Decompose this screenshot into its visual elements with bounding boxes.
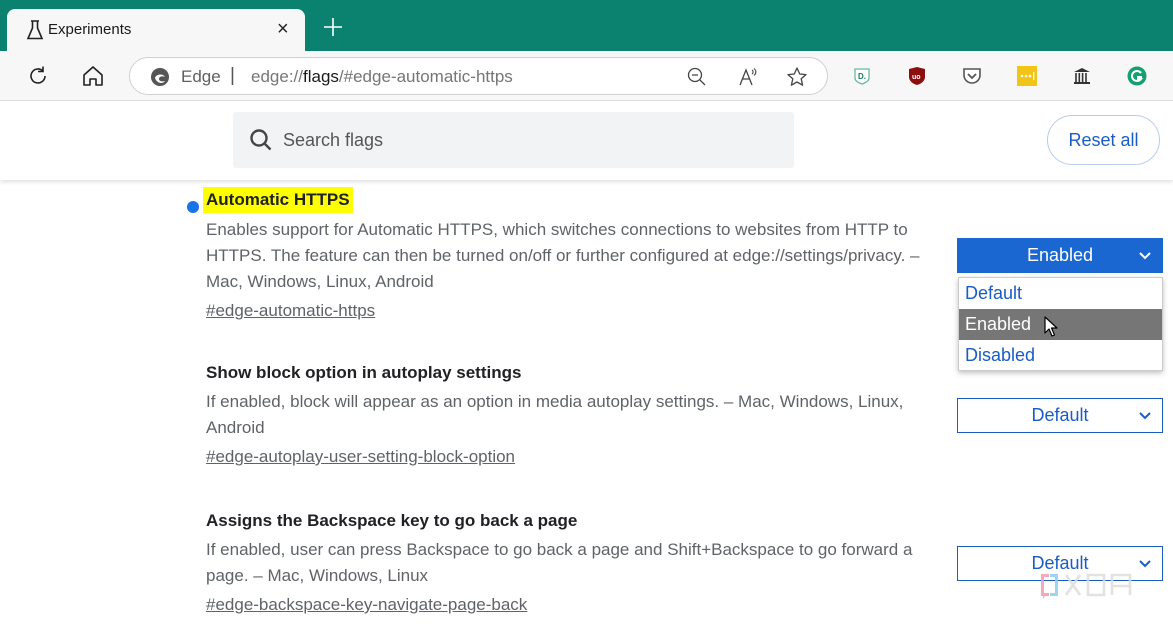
flag-state-dropdown-menu: Default Enabled Disabled <box>958 277 1163 371</box>
search-flags-input[interactable] <box>283 112 773 168</box>
flag-permalink[interactable]: #edge-autoplay-user-setting-block-option <box>206 444 515 470</box>
pocket-extension-icon[interactable] <box>962 66 982 86</box>
zoom-out-icon[interactable] <box>686 66 708 88</box>
edge-logo-icon <box>151 68 169 86</box>
search-flags-box[interactable] <box>233 112 794 168</box>
url-scheme: edge:// <box>251 67 303 86</box>
lastpass-extension-icon[interactable] <box>1017 66 1037 86</box>
close-tab-icon[interactable]: × <box>277 17 289 41</box>
flag-backspace-navigate: Assigns the Backspace key to go back a p… <box>206 508 946 618</box>
option-default[interactable]: Default <box>959 278 1162 309</box>
flag-title: Automatic HTTPS <box>203 187 353 213</box>
option-enabled[interactable]: Enabled <box>959 309 1162 340</box>
address-separator: | <box>230 65 235 86</box>
chevron-down-icon <box>1139 412 1151 420</box>
flag-description: If enabled, block will appear as an opti… <box>206 392 904 437</box>
reset-all-button[interactable]: Reset all <box>1047 115 1160 165</box>
select-value: Default <box>1031 405 1089 425</box>
browser-toolbar: Edge | edge://flags/#edge-automatic-http… <box>0 51 1173 101</box>
read-aloud-icon[interactable] <box>737 66 759 88</box>
flag-description: Enables support for Automatic HTTPS, whi… <box>206 220 920 291</box>
new-tab-icon[interactable] <box>320 14 346 40</box>
search-icon <box>250 129 272 151</box>
refresh-icon[interactable] <box>25 63 51 89</box>
svg-text:uo: uo <box>912 74 921 81</box>
title-bar: Experiments × <box>0 0 1173 51</box>
address-url[interactable]: edge://flags/#edge-automatic-https <box>251 67 513 87</box>
address-bar[interactable]: Edge | edge://flags/#edge-automatic-http… <box>129 57 828 95</box>
url-host: flags <box>303 67 339 86</box>
flag-state-select-automatic-https[interactable]: Enabled <box>957 238 1163 273</box>
flag-state-select-autoplay-block[interactable]: Default <box>957 398 1163 433</box>
chevron-down-icon <box>1139 252 1151 260</box>
flag-permalink[interactable]: #edge-automatic-https <box>206 298 375 324</box>
tab-experiments[interactable]: Experiments × <box>7 9 305 51</box>
favorite-star-icon[interactable] <box>786 66 808 88</box>
url-path: /#edge-automatic-https <box>338 67 513 86</box>
flag-title: Assigns the Backspace key to go back a p… <box>206 511 578 530</box>
home-icon[interactable] <box>80 63 106 89</box>
ublock-origin-extension-icon[interactable]: uo <box>907 66 927 86</box>
mouse-cursor-icon <box>1044 316 1058 337</box>
flag-permalink[interactable]: #edge-backspace-key-navigate-page-back <box>206 592 527 618</box>
svg-text:D.: D. <box>858 72 866 81</box>
select-value: Default <box>1031 553 1089 573</box>
flags-header: Reset all <box>0 101 1173 180</box>
dashlane-extension-icon[interactable]: D. <box>852 66 872 86</box>
library-extension-icon[interactable] <box>1072 66 1092 86</box>
xda-watermark-logo <box>1041 573 1132 599</box>
flag-automatic-https: Automatic HTTPS Enables support for Auto… <box>187 187 946 324</box>
site-identity: Edge <box>181 67 221 86</box>
option-disabled[interactable]: Disabled <box>959 340 1162 371</box>
grammarly-extension-icon[interactable] <box>1127 66 1147 86</box>
flag-title: Show block option in autoplay settings <box>206 363 522 382</box>
select-value: Enabled <box>1026 245 1094 265</box>
tab-title: Experiments <box>48 21 132 38</box>
flag-description: If enabled, user can press Backspace to … <box>206 540 913 585</box>
flask-icon <box>26 20 44 40</box>
flag-autoplay-block-option: Show block option in autoplay settings I… <box>206 360 946 470</box>
modified-indicator-dot <box>187 201 199 213</box>
